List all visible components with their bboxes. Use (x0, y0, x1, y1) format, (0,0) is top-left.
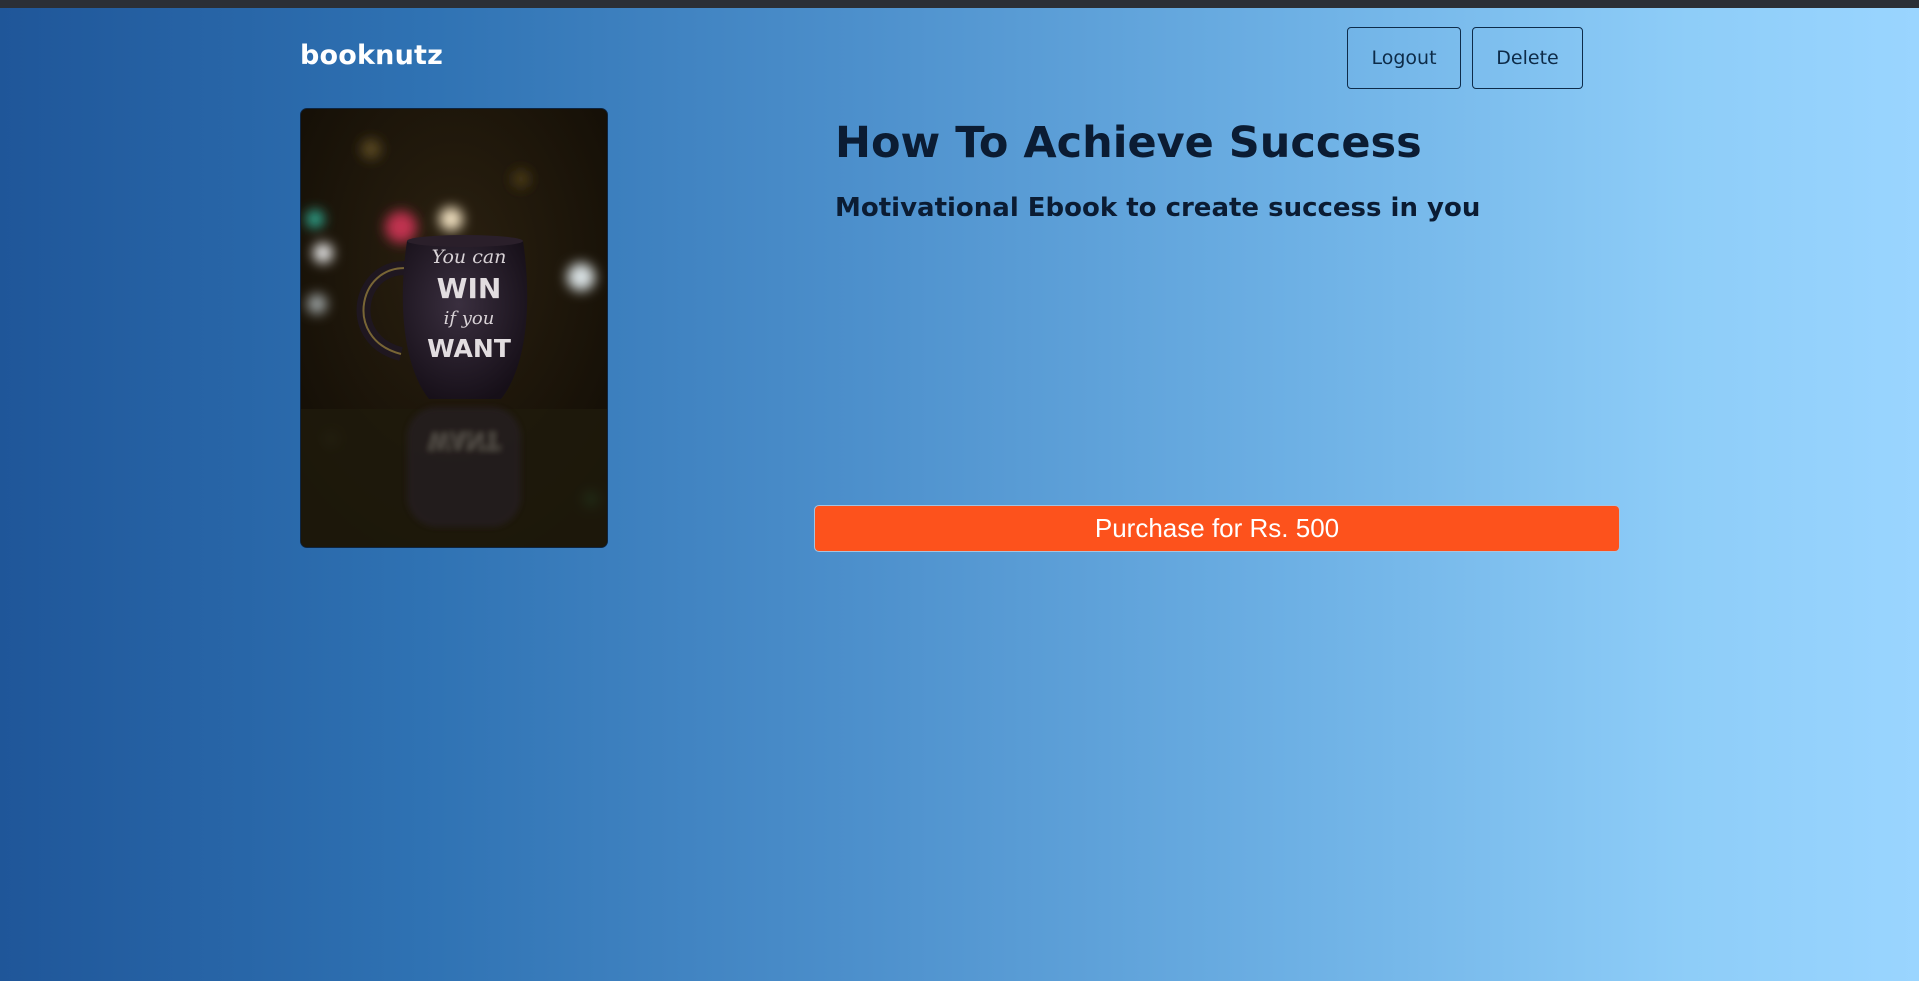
brand-logo[interactable]: booknutz (300, 40, 443, 71)
book-title: How To Achieve Success (835, 118, 1422, 168)
mug-text-line-1: You can (432, 246, 507, 268)
purchase-button[interactable]: Purchase for Rs. 500 (814, 505, 1620, 552)
mug-text-line-2: WIN (437, 272, 502, 305)
book-cover-image: WANT You can WIN if you WANT (300, 108, 608, 548)
svg-text:WANT: WANT (428, 427, 500, 452)
logout-button[interactable]: Logout (1347, 27, 1461, 89)
book-subtitle: Motivational Ebook to create success in … (835, 193, 1481, 223)
mug-text-line-3: if you (444, 308, 495, 329)
browser-top-bar (0, 0, 1919, 8)
mug-text-line-4: WANT (427, 334, 511, 363)
delete-button[interactable]: Delete (1472, 27, 1583, 89)
